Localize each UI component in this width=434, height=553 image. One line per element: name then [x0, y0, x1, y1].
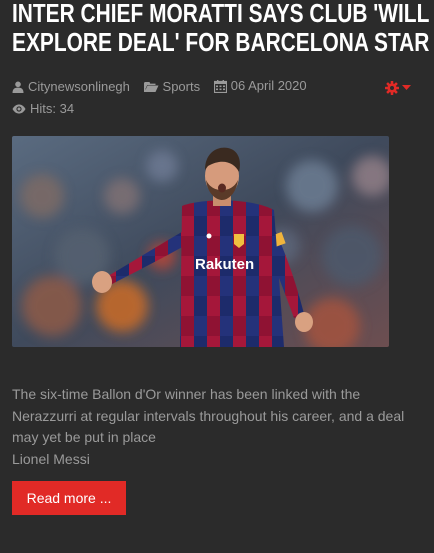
caret-down-icon [402, 85, 411, 90]
date-meta: 06 April 2020 [213, 76, 307, 96]
excerpt-line-3: may yet be put in place [12, 429, 156, 445]
article-excerpt: The six-time Ballon d'Or winner has been… [12, 384, 422, 470]
article-title-line-1[interactable]: INTER CHIEF MORATTI SAYS CLUB 'WILL [12, 0, 429, 28]
article-meta: Citynewsonlinegh Sports 06 April 2020 Hi… [12, 76, 342, 120]
eye-icon [12, 104, 26, 113]
shirt-sponsor: Rakuten [195, 256, 254, 273]
calendar-icon [213, 79, 227, 93]
hits-meta: Hits: 34 [12, 99, 74, 119]
user-icon [12, 81, 24, 93]
folder-icon [143, 81, 159, 92]
publish-date: 06 April 2020 [230, 78, 307, 93]
article-image[interactable]: Rakuten [12, 136, 389, 347]
messi-celebration-photo: Rakuten [12, 136, 389, 347]
author-meta: Citynewsonlinegh [12, 77, 130, 97]
article-title-line-2[interactable]: EXPLORE DEAL' FOR BARCELONA STAR [12, 29, 429, 57]
hits-count: Hits: 34 [30, 100, 75, 116]
article-tools-dropdown[interactable] [385, 81, 411, 95]
category-link[interactable]: Sports [163, 77, 201, 97]
excerpt-line-1: The six-time Ballon d'Or winner has been… [12, 386, 361, 402]
gear-icon [385, 81, 399, 95]
article-title[interactable]: INTER CHIEF MORATTI SAYS CLUB 'WILL EXPL… [12, 0, 429, 58]
category-meta[interactable]: Sports [143, 77, 201, 97]
image-caption: Lionel Messi [12, 450, 90, 467]
read-more-button[interactable]: Read more ... [12, 481, 126, 515]
author-name: Citynewsonlinegh [28, 78, 130, 94]
excerpt-line-2: Nerazzurri at regular intervals througho… [12, 407, 405, 424]
